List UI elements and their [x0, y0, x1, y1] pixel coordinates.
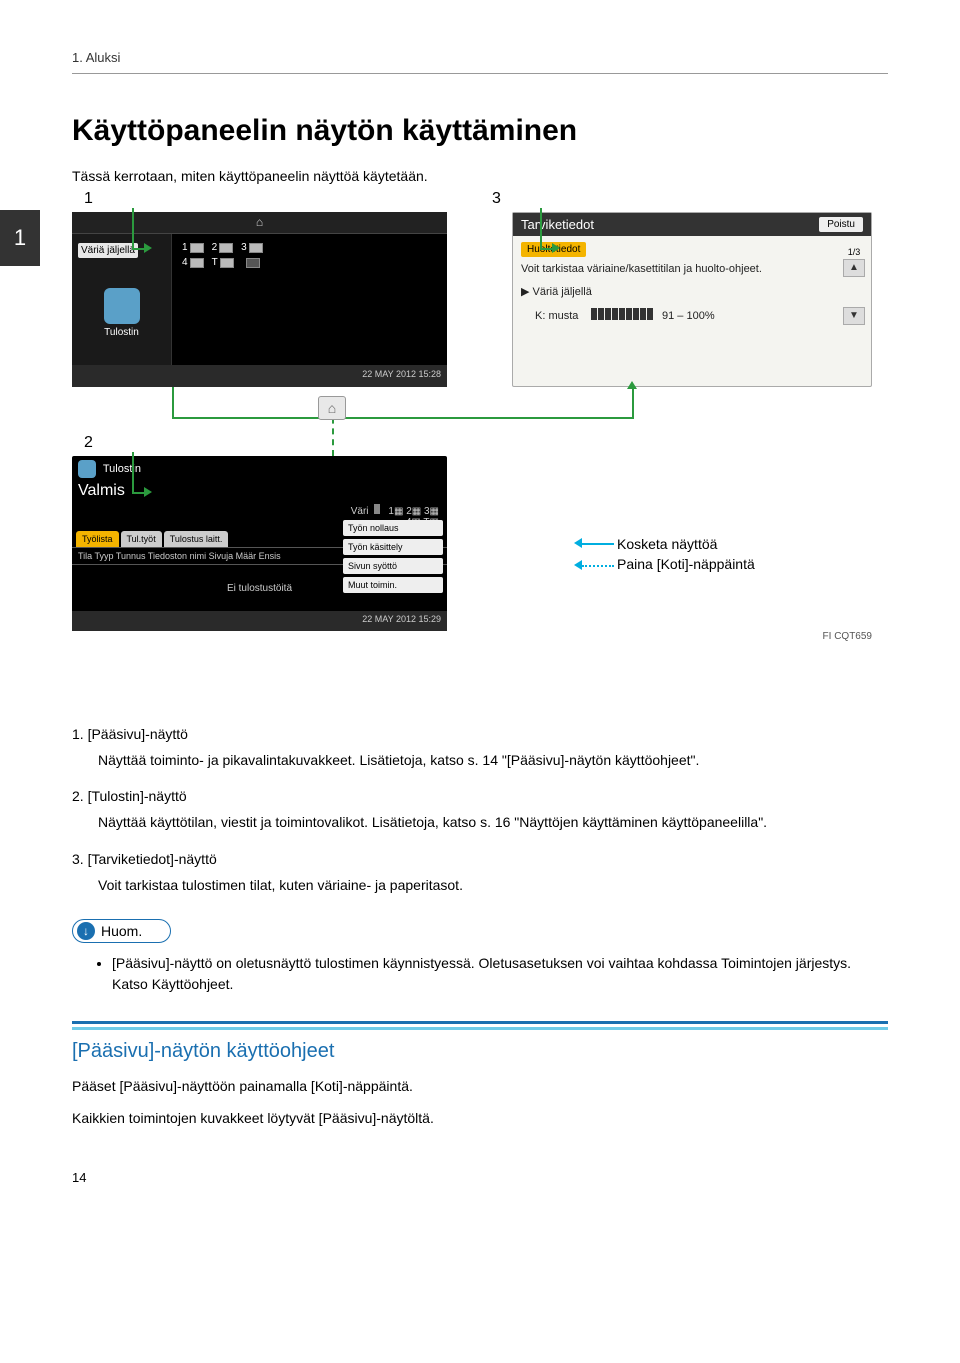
section-p2: Kaikkien toimintojen kuvakkeet löytyvät …: [72, 1107, 888, 1129]
toner-header: Väri: [351, 506, 369, 517]
legend-touch: Kosketa näyttöä: [617, 536, 717, 552]
scroll-down-button[interactable]: ▼: [843, 307, 865, 325]
printer-icon[interactable]: [104, 288, 140, 324]
btn-form-feed[interactable]: Sivun syöttö: [343, 558, 443, 574]
tray-2: 2: [212, 242, 218, 253]
printer-status: Valmis: [72, 482, 447, 504]
intro-text: Tässä kerrotaan, miten käyttöpaneelin nä…: [72, 168, 888, 184]
chapter-tab: 1: [0, 210, 40, 266]
legend-home: Paina [Koti]-näppäintä: [617, 556, 755, 572]
tab-printjobs[interactable]: Tul.työt: [121, 531, 162, 547]
note-badge: ↓ Huom.: [72, 919, 171, 943]
list-item-2: 2. [Tulostin]-näyttö Näyttää käyttötilan…: [72, 788, 888, 832]
screen-home: ⌂ Väriä jäljellä Tulostin 1 2 3: [72, 212, 447, 387]
list-item-3: 3. [Tarviketiedot]-näyttö Voit tarkistaa…: [72, 851, 888, 895]
section-p1: Pääset [Pääsivu]-näyttöön painamalla [Ko…: [72, 1075, 888, 1097]
printer-label: Tulostin: [78, 327, 165, 338]
supplies-title: Tarviketiedot: [521, 217, 594, 232]
figure-code: FI CQT659: [823, 631, 872, 642]
tab-joblist[interactable]: Työlista: [76, 531, 119, 547]
page-number: 14: [72, 1170, 888, 1185]
supplies-info-text: Voit tarkistaa väriaine/kasettitilan ja …: [521, 263, 863, 275]
screen-supplies: Tarviketiedot Poistu Huoltotiedot Voit t…: [512, 212, 872, 387]
printer-icon: [78, 460, 96, 478]
toner-remaining-label: Väriä jäljellä: [533, 286, 592, 298]
section-instructions: [Pääsivu]-näytön käyttöohjeet: [72, 1021, 888, 1075]
note-icon: ↓: [77, 922, 95, 940]
btn-job-reset[interactable]: Työn nollaus: [343, 520, 443, 536]
list-item-1: 1. [Pääsivu]-näyttö Näyttää toiminto- ja…: [72, 726, 888, 770]
tray-1: 1: [182, 242, 188, 253]
legend: Kosketa näyttöä Paina [Koti]-näppäintä: [617, 536, 755, 576]
toner-remaining-button[interactable]: Väriä jäljellä: [78, 243, 138, 258]
exit-button[interactable]: Poistu: [819, 217, 863, 232]
tray-4: 4: [182, 257, 188, 268]
toner-percent: 91 – 100%: [662, 310, 715, 322]
callout-2: 2: [84, 434, 93, 452]
callout-3: 3: [492, 190, 501, 208]
panel2-timestamp: 22 MAY 2012 15:29: [72, 611, 447, 631]
callout-1: 1: [84, 190, 93, 208]
scroll-up-button[interactable]: ▲: [843, 259, 865, 277]
page-title: Käyttöpaneelin näytön käyttäminen: [72, 114, 888, 148]
screen-printer: Tulostin Valmis Väri 1▦ 2▦ 3▦4▦ T▦ Työli…: [72, 456, 447, 631]
home-key-icon: ⌂: [318, 396, 346, 420]
header-rule: [72, 73, 888, 74]
printer-header: Tulostin: [103, 463, 141, 475]
running-header: 1. Aluksi: [72, 50, 888, 65]
tray-T: T: [212, 257, 218, 268]
panel1-timestamp: 22 MAY 2012 15:28: [72, 365, 447, 387]
tray-3: 3: [241, 242, 247, 253]
diagram: 1 3 2 ⌂ Väriä jäljellä Tulostin 1 2 3: [72, 196, 872, 696]
tab-printsettings[interactable]: Tulostus laitt.: [164, 531, 229, 547]
page-indicator: 1/3: [843, 247, 865, 257]
note-bullet: [Pääsivu]-näyttö on oletusnäyttö tulosti…: [112, 953, 888, 995]
btn-job-process[interactable]: Työn käsittely: [343, 539, 443, 555]
section-title: [Pääsivu]-näytön käyttöohjeet: [72, 1030, 888, 1075]
toner-k-label: K: musta: [521, 310, 591, 322]
home-icon: ⌂: [256, 215, 263, 229]
toner-meter: [591, 308, 654, 323]
btn-other-ops[interactable]: Muut toimin.: [343, 577, 443, 593]
